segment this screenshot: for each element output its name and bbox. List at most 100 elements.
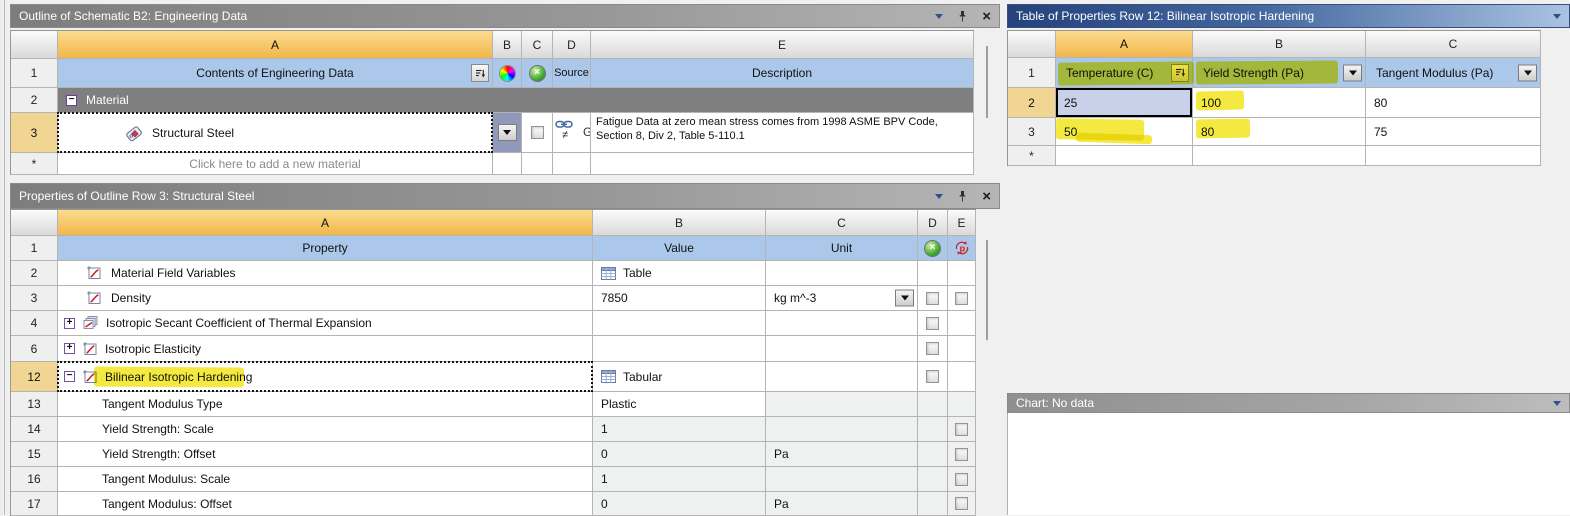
property-name-cell[interactable]: Material Field Variables [58, 261, 593, 286]
outline-color-header-cell[interactable] [493, 59, 522, 88]
property-value-cell[interactable]: Tabular [593, 362, 766, 392]
panel-menu-arrow-icon[interactable] [935, 193, 944, 199]
props-col-header-c[interactable]: C [766, 210, 918, 236]
dropdown-button[interactable] [497, 124, 517, 141]
temperature-header-cell[interactable]: Temperature (C) [1056, 58, 1193, 88]
parameterize-cell[interactable] [948, 286, 976, 311]
outline-contents-header-cell[interactable]: Contents of Engineering Data [58, 59, 493, 88]
property-unit-cell[interactable]: Pa [766, 492, 918, 516]
data-row-number-new[interactable]: * [1008, 146, 1056, 166]
checkbox[interactable] [955, 472, 968, 486]
tangent-modulus-value-cell[interactable]: 75 [1366, 118, 1541, 146]
tangent-modulus-header-cell[interactable]: Tangent Modulus (Pa) [1366, 58, 1541, 88]
material-description-cell[interactable]: Fatigue Data at zero mean stress comes f… [591, 113, 974, 153]
property-header-cell[interactable]: Property [58, 236, 593, 261]
property-value-cell[interactable]: 0 [593, 442, 766, 467]
pin-icon[interactable] [957, 10, 968, 23]
data-row-number-selected[interactable]: 2 [1008, 88, 1056, 118]
props-corner-header[interactable] [11, 210, 58, 236]
props-col-header-d[interactable]: D [918, 210, 948, 236]
panel-menu-arrow-icon[interactable] [935, 13, 944, 19]
props-row-number[interactable]: 15 [11, 442, 58, 467]
expand-box-icon[interactable] [64, 343, 75, 354]
material-dropdown-cell[interactable] [493, 113, 522, 153]
suppress-header-cell[interactable] [918, 236, 948, 261]
material-group-row[interactable]: Material [58, 88, 974, 113]
collapse-box-icon[interactable] [66, 94, 77, 106]
outline-description-header-cell[interactable]: Description [591, 59, 974, 88]
unit-header-cell[interactable]: Unit [766, 236, 918, 261]
panel-menu-arrow-icon[interactable] [1553, 400, 1561, 406]
temperature-value-cell-selected[interactable]: 25 [1056, 88, 1193, 118]
property-name-cell[interactable]: Yield Strength: Offset [58, 442, 593, 467]
props-row-number[interactable]: 13 [11, 392, 58, 417]
material-source-cell[interactable]: ≠ G [553, 113, 591, 153]
outline-corner-header[interactable] [11, 31, 58, 59]
parameterize-cell[interactable] [948, 492, 976, 516]
property-value-cell[interactable]: 7850 [593, 286, 766, 311]
checkbox[interactable] [955, 422, 968, 436]
properties-scrollbar-thumb[interactable] [986, 240, 988, 340]
props-row-number[interactable]: 14 [11, 417, 58, 442]
property-value-cell[interactable]: 1 [593, 417, 766, 442]
close-icon[interactable]: × [982, 189, 991, 204]
material-suppress-cell[interactable] [522, 113, 553, 153]
outline-source-header-cell[interactable]: Source [553, 59, 591, 88]
expand-box-icon[interactable] [64, 317, 75, 329]
data-corner-header[interactable] [1008, 31, 1056, 58]
checkbox[interactable] [530, 126, 544, 139]
property-unit-cell[interactable]: Pa [766, 442, 918, 467]
checkbox[interactable] [955, 447, 968, 461]
close-icon[interactable]: × [982, 9, 991, 24]
property-unit-cell[interactable]: kg m^-3 [766, 286, 918, 311]
value-header-cell[interactable]: Value [593, 236, 766, 261]
suppress-cell[interactable] [918, 311, 948, 336]
add-new-material-cell[interactable]: Click here to add a new material [58, 153, 493, 175]
outline-row-number-selected[interactable]: 3 [11, 113, 58, 153]
outline-col-header-a[interactable]: A [58, 31, 493, 59]
data-row-number[interactable]: 1 [1008, 58, 1056, 88]
checkbox[interactable] [955, 497, 968, 510]
checkbox[interactable] [926, 342, 939, 355]
props-row-number[interactable]: 6 [11, 336, 58, 362]
props-col-header-a[interactable]: A [58, 210, 593, 236]
property-value-cell[interactable]: Plastic [593, 392, 766, 417]
temperature-value-cell[interactable]: 50 [1056, 118, 1193, 146]
yield-strength-header-cell[interactable]: Yield Strength (Pa) [1193, 58, 1366, 88]
outline-col-header-b[interactable]: B [493, 31, 522, 59]
data-col-header-c[interactable]: C [1366, 31, 1541, 58]
props-row-number[interactable]: 4 [11, 311, 58, 336]
data-row-number[interactable]: 3 [1008, 118, 1056, 146]
pin-icon[interactable] [957, 190, 968, 203]
outline-col-header-c[interactable]: C [522, 31, 553, 59]
outline-row-number-new[interactable]: * [11, 153, 58, 175]
props-row-number[interactable]: 3 [11, 286, 58, 311]
data-col-header-a[interactable]: A [1056, 31, 1193, 58]
parameterize-header-cell[interactable]: p [948, 236, 976, 261]
checkbox[interactable] [926, 316, 939, 330]
suppress-cell[interactable] [918, 362, 948, 392]
parameterize-cell[interactable] [948, 417, 976, 442]
material-name-cell[interactable]: Structural Steel [58, 113, 493, 153]
checkbox[interactable] [926, 370, 939, 383]
tangent-modulus-value-cell[interactable]: 80 [1366, 88, 1541, 118]
outline-col-header-e[interactable]: E [591, 31, 974, 59]
outline-suppress-header-cell[interactable] [522, 59, 553, 88]
checkbox[interactable] [926, 291, 939, 305]
outline-scrollbar-thumb[interactable] [986, 46, 988, 118]
outline-row-number[interactable]: 1 [11, 59, 58, 88]
temperature-value-cell[interactable] [1056, 146, 1193, 166]
property-name-cell[interactable]: Isotropic Elasticity [58, 336, 593, 362]
property-name-cell[interactable]: Tangent Modulus: Offset [58, 492, 593, 516]
yield-strength-value-cell[interactable]: 100 [1193, 88, 1366, 118]
sort-filter-button[interactable] [471, 64, 489, 82]
suppress-cell[interactable] [918, 286, 948, 311]
tangent-modulus-value-cell[interactable] [1366, 146, 1541, 166]
props-row-number[interactable]: 1 [11, 236, 58, 261]
sort-filter-button[interactable] [1171, 63, 1189, 82]
yield-strength-value-cell[interactable]: 80 [1193, 118, 1366, 146]
props-row-number[interactable]: 17 [11, 492, 58, 516]
props-row-number[interactable]: 16 [11, 467, 58, 492]
panel-menu-arrow-icon[interactable] [1553, 13, 1561, 19]
parameterize-cell[interactable] [948, 442, 976, 467]
